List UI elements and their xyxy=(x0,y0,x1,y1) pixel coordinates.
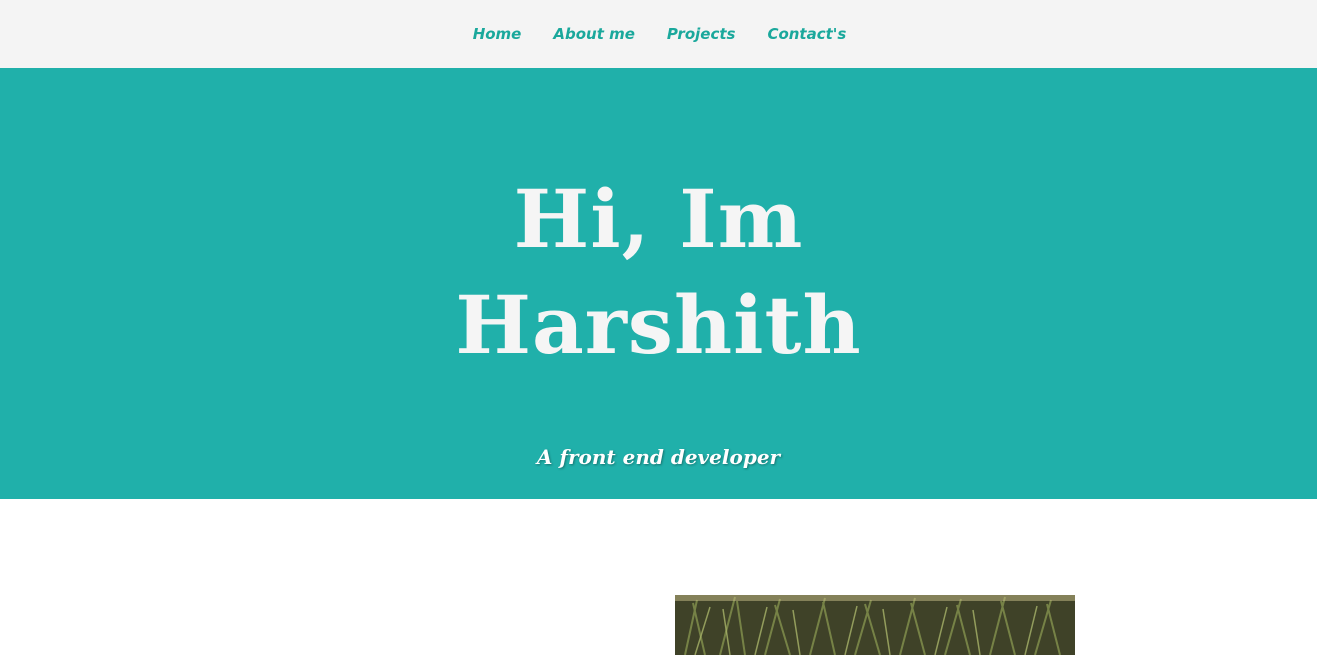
nav-links: Home About me Projects Contact's xyxy=(0,0,1317,68)
foliage-photo-image xyxy=(675,595,1075,655)
hero-section: Hi, Im Harshith A front end developer xyxy=(0,68,1317,499)
about-section xyxy=(0,499,1317,655)
nav-projects-link[interactable]: Projects xyxy=(667,25,736,43)
hero-subtitle: A front end developer xyxy=(536,445,781,469)
hero-title-line-1: Hi, Im xyxy=(513,172,804,266)
nav-home-link[interactable]: Home xyxy=(473,25,522,43)
hero-title: Hi, Im Harshith xyxy=(0,166,1317,378)
profile-photo xyxy=(675,595,1075,655)
nav-contacts-link[interactable]: Contact's xyxy=(767,25,846,43)
hero-title-line-2: Harshith xyxy=(455,278,862,372)
top-navigation-bar: Home About me Projects Contact's xyxy=(0,0,1317,68)
nav-about-me-link[interactable]: About me xyxy=(553,25,635,43)
